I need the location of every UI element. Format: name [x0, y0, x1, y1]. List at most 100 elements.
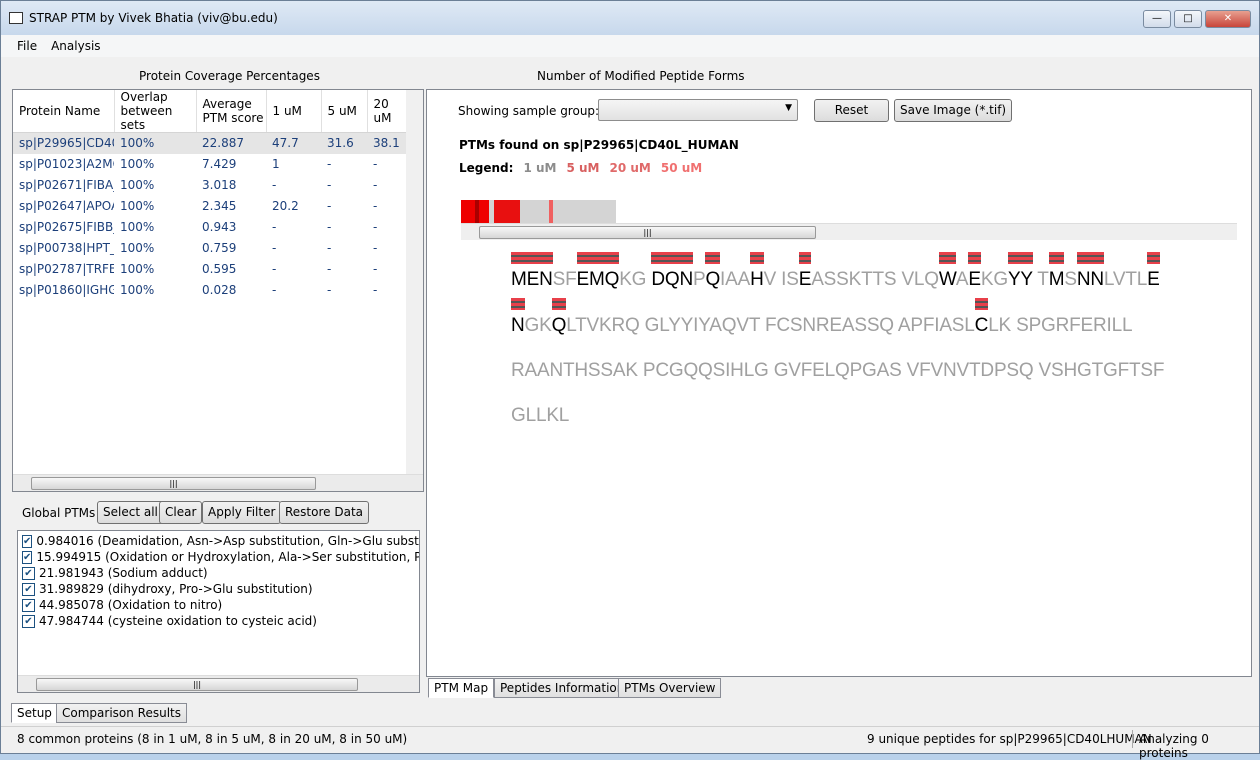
residues: ASSKTTS VLQ [811, 269, 939, 290]
table-cell: 38.1 [367, 132, 408, 154]
menu-file[interactable]: File [17, 39, 37, 53]
sequence-line: RAANTHSSAK PCGQQSIHLG GVFELQPGAS VFVNVTD… [511, 360, 1164, 382]
modified-residues[interactable]: MEN [511, 269, 553, 290]
reset-button[interactable]: Reset [814, 99, 889, 122]
modified-residues[interactable]: Q [705, 269, 720, 290]
modified-residues[interactable]: DQN [651, 269, 693, 290]
column-header[interactable]: Protein Name [13, 90, 115, 133]
table-row[interactable]: sp|P01860|IGHG3 100% 0.028 - - - [13, 280, 408, 301]
maximize-button[interactable]: □ [1174, 10, 1202, 28]
modified-residues[interactable]: C [975, 315, 989, 336]
table-cell: 7.429 [202, 157, 237, 171]
column-header[interactable]: Average PTM score [196, 90, 267, 133]
tab-comparison-results[interactable]: Comparison Results [56, 703, 187, 723]
clear-button[interactable]: Clear [159, 501, 203, 524]
modified-residues[interactable]: E [1147, 269, 1160, 290]
close-button[interactable]: ✕ [1205, 10, 1251, 28]
modified-residues[interactable]: E [968, 269, 981, 290]
tab-peptides-information[interactable]: Peptides Information [494, 678, 631, 698]
global-ptms-label: Global PTMs [22, 506, 96, 520]
status-common-proteins: 8 common proteins (8 in 1 uM, 8 in 5 uM,… [17, 732, 408, 746]
checkbox[interactable]: ✔ [22, 534, 33, 548]
table-cell: 0.595 [202, 262, 237, 276]
table-cell: sp|P01023|A2MG [19, 157, 114, 171]
sample-group-dropdown[interactable]: ▼ [598, 99, 798, 121]
modified-residues[interactable]: Q [552, 315, 567, 336]
select-all-button[interactable]: Select all [97, 501, 164, 524]
checkbox[interactable]: ✔ [22, 598, 35, 612]
table-cell: 100% [120, 178, 155, 192]
scroll-thumb[interactable]: ||| [36, 678, 358, 691]
modified-residues[interactable]: E [799, 269, 812, 290]
table-cell: 0.759 [202, 241, 237, 255]
table-hscrollbar[interactable]: ||| [13, 474, 423, 491]
apply-filter-button[interactable]: Apply Filter [202, 501, 282, 524]
table-row[interactable]: sp|P29965|CD40L100%22.88747.731.638.1 [13, 132, 408, 154]
residues: KG [980, 269, 1008, 290]
ptm-list-hscrollbar[interactable]: ||| [18, 675, 419, 692]
column-header[interactable]: 5 uM [321, 90, 368, 133]
column-header[interactable]: 1 uM [266, 90, 322, 133]
modified-residues[interactable]: NN [1077, 269, 1104, 290]
ptm-filter-item[interactable]: ✔ 21.981943 (Sodium adduct) [18, 565, 419, 581]
table-row[interactable]: sp|P02647|APOA 100% 2.345 20.2 - - [13, 196, 408, 217]
table-cell: 0.028 [202, 283, 237, 297]
menu-analysis[interactable]: Analysis [51, 39, 100, 53]
checkbox[interactable]: ✔ [22, 614, 35, 628]
residues: LVTL [1103, 269, 1148, 290]
table-cell: - [373, 220, 378, 234]
table-row[interactable]: sp|P01023|A2MG 100% 7.429 1 - - [13, 154, 408, 175]
restore-data-button[interactable]: Restore Data [279, 501, 369, 524]
table-row[interactable]: sp|P00738|HPT_H 100% 0.759 - - - [13, 238, 408, 259]
modified-residues[interactable]: YY [1008, 269, 1033, 290]
ptm-filter-item[interactable]: ✔ 47.984744 (cysteine oxidation to cystei… [18, 613, 419, 629]
ptm-filter-item[interactable]: ✔ 0.984016 (Deamidation, Asn->Asp substit… [18, 533, 419, 549]
ptm-filter-item[interactable]: ✔ 31.989829 (dihydroxy, Pro->Glu substitu… [18, 581, 419, 597]
chevron-down-icon: ▼ [785, 103, 792, 113]
table-cell: - [327, 157, 332, 171]
modified-residues[interactable]: H [750, 269, 764, 290]
table-cell: sp|P02671|FIBA_I [19, 178, 114, 192]
table-cell: 0.943 [202, 220, 237, 234]
checkbox[interactable]: ✔ [22, 566, 35, 580]
app-icon [9, 12, 23, 24]
modified-residues[interactable]: M [1049, 269, 1065, 290]
table-row[interactable]: sp|P02787|TRFE_ 100% 0.595 - - - [13, 259, 408, 280]
protein-table: Protein Name Overlap between sets Average … [12, 89, 424, 492]
table-cell: - [327, 178, 332, 192]
scroll-thumb[interactable]: ||| [31, 477, 316, 490]
ptms-found-title: PTMs found on sp|P29965|CD40L_HUMAN [459, 138, 739, 152]
table-cell: - [327, 199, 332, 213]
scroll-thumb[interactable]: ||| [479, 226, 816, 239]
table-cell: sp|P01860|IGHG3 [19, 283, 114, 297]
table-row[interactable]: sp|P02671|FIBA_I 100% 3.018 - - - [13, 175, 408, 196]
ptm-filter-item[interactable]: ✔ 15.994915 (Oxidation or Hydroxylation, … [18, 549, 419, 565]
table-cell: - [373, 262, 378, 276]
ptm-label: 47.984744 (cysteine oxidation to cysteic… [39, 614, 317, 628]
tab-setup[interactable]: Setup [11, 703, 58, 723]
coverage-mark [549, 200, 553, 223]
modified-residues[interactable]: EMQ [577, 269, 620, 290]
table-cell: 100% [120, 283, 155, 297]
minimize-button[interactable]: — [1143, 10, 1171, 28]
status-analyzing: Analyzing 0 proteins [1132, 730, 1259, 760]
status-bar: 8 common proteins (8 in 1 uM, 8 in 5 uM,… [1, 726, 1259, 760]
map-hscrollbar[interactable]: ||| [461, 223, 1237, 240]
checkbox[interactable]: ✔ [22, 582, 35, 596]
table-vscrollbar[interactable] [406, 90, 423, 475]
tab-ptms-overview[interactable]: PTMs Overview [618, 678, 722, 698]
table-cell: - [373, 241, 378, 255]
column-header[interactable]: Overlap between sets [114, 90, 197, 133]
table-cell: 100% [120, 199, 155, 213]
checkbox[interactable]: ✔ [22, 550, 33, 564]
table-cell: - [327, 241, 332, 255]
modified-residues[interactable]: N [511, 315, 525, 336]
table-row[interactable]: sp|P02675|FIBB_H 100% 0.943 - - - [13, 217, 408, 238]
sequence-line: MENSFEMQKG DQNPQIAAHV ISEASSKTTS VLQWAEK… [511, 269, 1160, 291]
column-header[interactable]: 20 uM [367, 90, 409, 133]
tab-ptm-map[interactable]: PTM Map [428, 678, 495, 698]
save-image-button[interactable]: Save Image (*.tif) [894, 99, 1013, 122]
ptm-filter-item[interactable]: ✔ 44.985078 (Oxidation to nitro) [18, 597, 419, 613]
modified-residues[interactable]: W [939, 269, 956, 290]
residues: SF [552, 269, 577, 290]
